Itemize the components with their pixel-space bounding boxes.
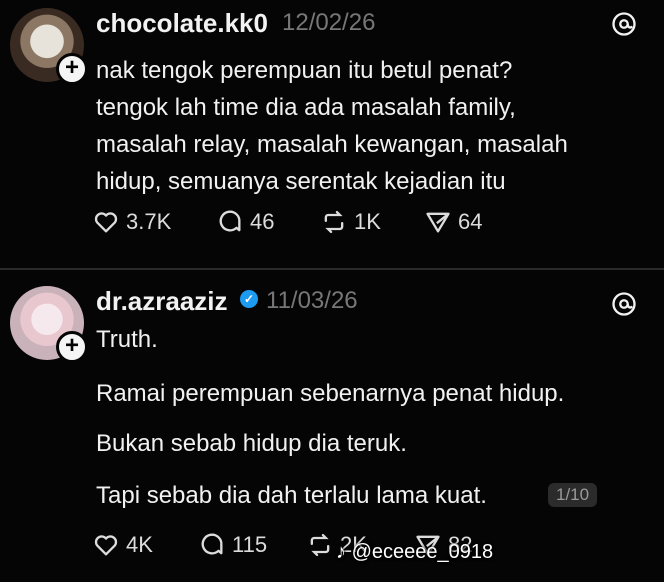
post-paragraph: Ramai perempuan sebenarnya penat hidup. (96, 380, 565, 407)
reply-button[interactable]: 46 (216, 208, 274, 236)
follow-plus-icon[interactable]: + (56, 53, 88, 85)
reply-button[interactable]: 115 (198, 531, 267, 559)
post-date: 11/03/26 (266, 287, 358, 314)
post-body: nak tengok perempuan itu betul penat? te… (96, 52, 646, 200)
like-count: 3.7K (126, 209, 172, 234)
post-divider (0, 268, 664, 270)
threads-icon[interactable] (610, 290, 638, 318)
reply-count: 46 (250, 209, 275, 234)
page-indicator-badge: 1/10 (548, 483, 598, 507)
thread-post-2: + dr.azraaziz ✓ 11/03/26 Truth. Ramai pe… (0, 272, 664, 582)
repost-count: 1K (354, 209, 381, 234)
tiktok-icon: ♪ (336, 541, 346, 563)
share-count: 64 (458, 209, 483, 234)
post-line: tengok lah time dia ada masalah family, (96, 94, 516, 121)
threads-icon[interactable] (610, 10, 638, 38)
watermark-text: @eceeee_0918 (351, 541, 494, 563)
like-button[interactable]: 4K (92, 531, 153, 559)
post-line: hidup, semuanya serentak kejadian itu (96, 168, 506, 195)
like-count: 4K (126, 532, 153, 557)
share-icon (426, 212, 450, 233)
post-date: 12/02/26 (282, 9, 376, 36)
follow-plus-icon[interactable]: + (56, 331, 88, 363)
post-paragraph: Truth. (96, 326, 158, 353)
comment-icon (201, 533, 223, 555)
post-line: nak tengok perempuan itu betul penat? (96, 57, 513, 84)
post-paragraph: Bukan sebab hidup dia teruk. (96, 430, 407, 457)
thread-post-1: + chocolate.kk0 12/02/26 nak tengok pere… (0, 0, 664, 268)
share-button[interactable]: 64 (424, 208, 482, 236)
post-line: masalah relay, masalah kewangan, masalah (96, 131, 568, 158)
post-paragraph: Tapi sebab dia dah terlalu lama kuat. (96, 482, 487, 509)
heart-icon (94, 212, 118, 233)
comment-icon (219, 210, 241, 232)
tiktok-watermark: ♪ @eceeee_0918 (336, 541, 493, 564)
repost-icon (324, 210, 344, 234)
like-button[interactable]: 3.7K (92, 208, 171, 236)
username[interactable]: chocolate.kk0 (96, 8, 268, 39)
verified-badge-icon: ✓ (240, 290, 258, 308)
heart-icon (94, 535, 118, 556)
repost-button[interactable]: 1K (320, 208, 381, 236)
reply-count: 115 (232, 532, 268, 557)
username[interactable]: dr.azraaziz (96, 286, 228, 317)
repost-icon (310, 533, 330, 557)
